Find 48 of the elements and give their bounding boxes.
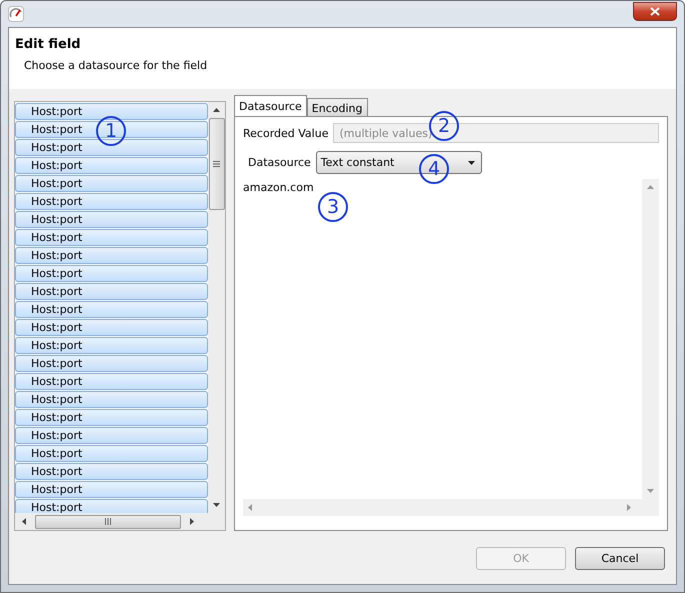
scroll-left-icon xyxy=(248,504,252,511)
field-label: Recorded Value xyxy=(243,126,328,140)
tab[interactable]: Encoding xyxy=(306,98,368,117)
scroll-up-icon xyxy=(213,108,220,112)
scroll-right-icon xyxy=(627,504,631,511)
dialog-title: Edit field xyxy=(15,37,82,52)
dialog-subtitle: Choose a datasource for the field xyxy=(24,59,208,72)
scroll-down-icon xyxy=(647,489,654,493)
scroll-right-icon xyxy=(190,518,194,525)
close-button[interactable] xyxy=(633,2,677,20)
list-item[interactable]: Host:port xyxy=(15,103,208,120)
field-label: Datasource xyxy=(248,156,311,169)
list-item[interactable]: Host:port xyxy=(15,337,208,354)
list-item[interactable]: Host:port xyxy=(15,319,208,336)
scroll-thumb[interactable] xyxy=(35,514,181,528)
dropdown-arrow-icon xyxy=(468,160,475,164)
list-item[interactable]: Host:port xyxy=(15,229,208,246)
tab[interactable]: Datasource xyxy=(234,95,307,117)
editor-text: amazon.com xyxy=(243,180,315,194)
list-item[interactable]: Host:port xyxy=(15,391,208,408)
gauge-icon xyxy=(8,6,24,22)
scroll-thumb[interactable] xyxy=(208,118,224,210)
list-item[interactable]: Host:port xyxy=(15,247,208,264)
list-item[interactable]: Host:port xyxy=(15,193,208,210)
dialog-button[interactable]: Cancel xyxy=(575,547,665,570)
horizontal-scrollbar[interactable] xyxy=(15,513,225,530)
list-item[interactable]: Host:port xyxy=(15,427,208,444)
list-item[interactable]: Host:port xyxy=(15,409,208,426)
list-item[interactable]: Host:port xyxy=(15,301,208,318)
list-item[interactable]: Host:port xyxy=(15,463,208,480)
scroll-left-icon xyxy=(22,518,26,525)
callout-number: 1 xyxy=(96,116,126,146)
list-item[interactable]: Host:port xyxy=(15,499,208,513)
list-item[interactable]: Host:port xyxy=(15,355,208,372)
list-item[interactable]: Host:port xyxy=(15,445,208,462)
list-item[interactable]: Host:port xyxy=(15,175,208,192)
vertical-scrollbar[interactable] xyxy=(208,102,225,513)
callout-number: 3 xyxy=(318,192,348,222)
list-item[interactable]: Host:port xyxy=(15,481,208,498)
list-item[interactable]: Host:port xyxy=(15,211,208,228)
list-item[interactable]: Host:port xyxy=(15,265,208,282)
scroll-up-icon xyxy=(647,185,654,189)
list-item[interactable]: Host:port xyxy=(15,139,208,156)
list-item[interactable]: Host:port xyxy=(15,373,208,390)
close-icon xyxy=(650,6,660,16)
list-item[interactable]: Host:port xyxy=(15,157,208,174)
scroll-down-icon xyxy=(213,503,220,507)
list-item[interactable]: Host:port xyxy=(15,283,208,300)
